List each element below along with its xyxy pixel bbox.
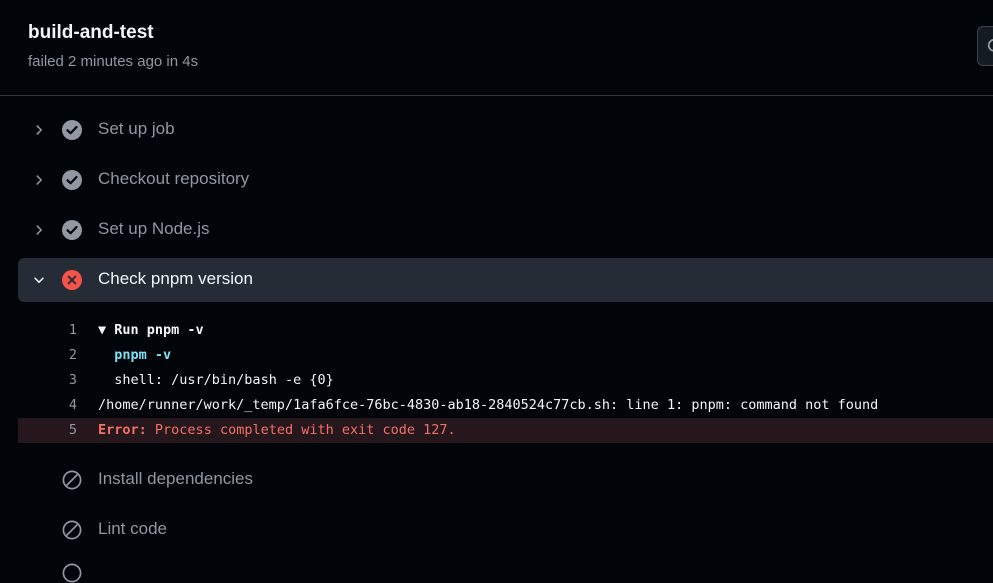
x-circle-icon — [62, 270, 82, 290]
line-number[interactable]: 1 — [18, 318, 77, 343]
step-label: Set up Node.js — [98, 219, 210, 238]
step-label: Lint code — [98, 519, 167, 538]
group-toggle-marker[interactable]: ▼ — [98, 322, 106, 338]
step-set-up-nodejs[interactable]: Set up Node.js — [18, 208, 993, 252]
chevron-right-icon — [36, 125, 42, 135]
log-text: /home/runner/work/_temp/1afa6fce-76bc-48… — [98, 397, 879, 413]
skipped-icon — [62, 520, 82, 540]
step-install-dependencies[interactable]: Install dependencies — [18, 458, 993, 502]
log-text: Run pnpm -v — [114, 322, 204, 338]
skipped-icon — [62, 563, 82, 583]
line-number[interactable]: 5 — [18, 418, 77, 443]
job-header: build-and-test failed 2 minutes ago in 4… — [0, 0, 993, 96]
step-set-up-job[interactable]: Set up job — [18, 108, 993, 152]
step-checkout-repository[interactable]: Checkout repository — [18, 158, 993, 202]
check-circle-icon — [62, 220, 82, 240]
log-text: shell: /usr/bin/bash -e {0} — [114, 372, 334, 388]
search-icon — [987, 38, 993, 52]
chevron-right-icon — [36, 225, 42, 235]
step-label: Install dependencies — [98, 469, 254, 488]
chevron-right-icon — [36, 175, 42, 185]
skipped-icon — [62, 470, 82, 490]
log-line-error[interactable]: 5 Error: Process completed with exit cod… — [18, 418, 993, 443]
step-lint-code[interactable]: Lint code — [18, 508, 993, 552]
log-line[interactable]: 1 ▼ Run pnpm -v — [18, 318, 993, 343]
search-logs-button[interactable] — [977, 26, 993, 66]
line-number[interactable]: 4 — [18, 393, 77, 418]
chevron-down-icon — [34, 277, 44, 283]
error-message: Process completed with exit code 127. — [154, 422, 456, 438]
step-label: Set up job — [98, 119, 175, 138]
check-circle-icon — [62, 120, 82, 140]
job-status-meta: failed 2 minutes ago in 4s — [28, 53, 199, 70]
line-number[interactable]: 2 — [18, 343, 77, 368]
step-label: Checkout repository — [98, 169, 250, 188]
step-check-pnpm-version[interactable]: Check pnpm version — [18, 258, 993, 302]
log-line[interactable]: 3 shell: /usr/bin/bash -e {0} — [18, 368, 993, 393]
check-circle-icon — [62, 170, 82, 190]
step-label: Check pnpm version — [98, 269, 253, 288]
job-title: build-and-test — [28, 22, 154, 43]
error-label: Error: — [98, 422, 147, 438]
step-log-output: 1 ▼ Run pnpm -v 2 pnpm -v 3 shell: /usr/… — [18, 318, 993, 443]
log-line[interactable]: 2 pnpm -v — [18, 343, 993, 368]
log-command-text: pnpm -v — [114, 347, 172, 363]
log-line[interactable]: 4 /home/runner/work/_temp/1afa6fce-76bc-… — [18, 393, 993, 418]
line-number[interactable]: 3 — [18, 368, 77, 393]
